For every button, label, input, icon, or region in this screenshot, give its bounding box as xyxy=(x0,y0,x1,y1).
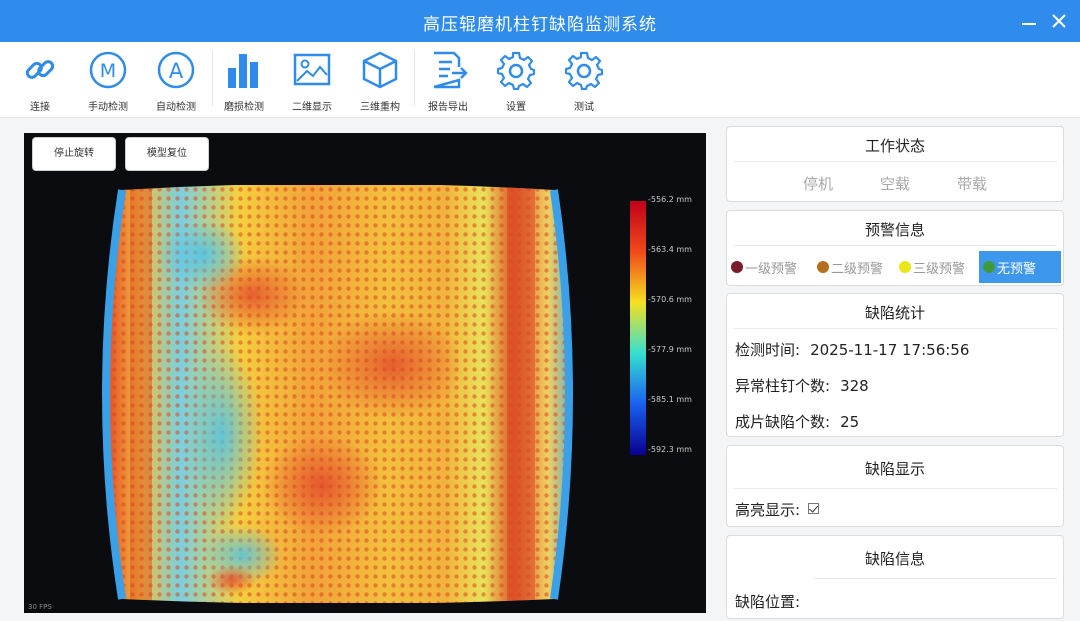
warning-level-1[interactable]: 一级预警 xyxy=(731,251,797,283)
fps-readout: 30 FPS xyxy=(28,603,52,611)
highlight-checkbox[interactable] xyxy=(808,503,820,514)
status-stopped[interactable]: 停机 xyxy=(803,173,833,194)
toolbar: 连接 M 手动检测 A 自动检测 磨损检测 二维显示 三维重构 报告导出 设置 … xyxy=(0,42,1080,118)
report-export-button[interactable]: 报告导出 xyxy=(414,46,482,114)
scale-tick-label: -592.3 mm xyxy=(648,445,692,454)
report-export-icon xyxy=(433,51,468,89)
scale-tick-label: -563.4 mm xyxy=(648,245,692,254)
detect-time-label: 检测时间: xyxy=(735,341,801,359)
warning-panel: 预警信息 一级预警 二级预警 三级预警 无预警 xyxy=(726,210,1064,286)
reset-model-button[interactable]: 模型复位 xyxy=(125,137,209,171)
defect-position-label: 缺陷位置: xyxy=(735,593,801,611)
divider xyxy=(733,488,1057,489)
divider xyxy=(733,161,1057,162)
scale-tick-label: -585.1 mm xyxy=(648,395,692,404)
abnormal-count-value: 328 xyxy=(840,377,869,395)
warning-level-3[interactable]: 三级预警 xyxy=(899,251,965,283)
report-export-label: 报告导出 xyxy=(428,102,468,113)
warning-level-3-label: 三级预警 xyxy=(913,261,966,277)
warning-level-none[interactable]: 无预警 xyxy=(979,251,1061,283)
divider xyxy=(813,578,1057,579)
scale-tick-label: -570.6 mm xyxy=(648,295,692,304)
defect-display-title: 缺陷显示 xyxy=(864,460,925,478)
view-3d-label: 三维重构 xyxy=(360,102,400,113)
gear-icon xyxy=(496,51,536,90)
wear-detect-label: 磨损检测 xyxy=(224,102,264,113)
detect-time-value: 2025-11-17 17:56:56 xyxy=(810,341,970,359)
warning-level-2[interactable]: 二级预警 xyxy=(817,251,883,283)
roller-3d-model[interactable] xyxy=(92,185,582,603)
image-icon xyxy=(293,53,331,86)
color-scale-labels: -556.2 mm -563.4 mm -570.6 mm -577.9 mm … xyxy=(648,195,706,455)
connect-button[interactable]: 连接 xyxy=(6,46,74,114)
warning-level-2-label: 二级预警 xyxy=(831,261,884,277)
test-button[interactable]: 测试 xyxy=(550,46,618,114)
status-loaded[interactable]: 带载 xyxy=(957,173,987,194)
cluster-count-row: 成片缺陷个数: 25 xyxy=(735,411,859,432)
level-3-dot-icon xyxy=(899,261,911,273)
model-viewer[interactable]: 停止旋转 模型复位 -556.2 mm -563.4 mm -570.6 mm … xyxy=(24,133,706,613)
manual-m-icon: M xyxy=(89,51,127,89)
divider xyxy=(733,245,1057,246)
highlight-row: 高亮显示: xyxy=(735,499,820,520)
link-icon xyxy=(25,60,55,79)
minimize-button[interactable] xyxy=(1016,8,1042,34)
warning-level-1-label: 一级预警 xyxy=(745,261,798,277)
title-bar: 高压辊磨机柱钉缺陷监测系统 xyxy=(0,0,1080,42)
color-scale-bar xyxy=(630,201,646,455)
status-idle[interactable]: 空载 xyxy=(880,173,910,194)
highlight-label: 高亮显示: xyxy=(735,501,801,519)
level-2-dot-icon xyxy=(817,261,829,273)
work-status-title: 工作状态 xyxy=(864,137,925,155)
svg-text:M: M xyxy=(100,60,116,82)
app-window: 高压辊磨机柱钉缺陷监测系统 连接 M 手动检测 A 自动检测 磨损检测 二维显示… xyxy=(0,0,1080,621)
abnormal-count-label: 异常柱钉个数: xyxy=(735,377,831,395)
defect-display-panel: 缺陷显示 高亮显示: xyxy=(726,445,1064,527)
scale-tick-label: -577.9 mm xyxy=(648,345,692,354)
stop-rotate-button[interactable]: 停止旋转 xyxy=(32,137,116,171)
defect-stats-title: 缺陷统计 xyxy=(864,304,925,322)
defect-info-title: 缺陷信息 xyxy=(864,550,925,568)
test-label: 测试 xyxy=(574,102,594,113)
no-warning-dot-icon xyxy=(983,261,995,273)
level-1-dot-icon xyxy=(731,261,743,273)
abnormal-count-row: 异常柱钉个数: 328 xyxy=(735,375,869,396)
gear-icon xyxy=(564,51,604,90)
auto-a-icon: A xyxy=(157,51,195,89)
auto-detect-label: 自动检测 xyxy=(156,102,196,113)
view-2d-label: 二维显示 xyxy=(292,102,332,113)
defect-position-row: 缺陷位置: xyxy=(735,591,800,612)
cluster-count-value: 25 xyxy=(840,413,860,431)
auto-detect-button[interactable]: A 自动检测 xyxy=(142,46,210,114)
close-button[interactable] xyxy=(1046,8,1072,34)
manual-detect-label: 手动检测 xyxy=(88,102,128,113)
cube-icon xyxy=(362,51,398,89)
wear-detect-button[interactable]: 磨损检测 xyxy=(210,46,278,114)
warning-level-none-label: 无预警 xyxy=(997,261,1037,277)
svg-text:A: A xyxy=(169,59,184,83)
minimize-icon xyxy=(1022,23,1036,25)
view-2d-button[interactable]: 二维显示 xyxy=(278,46,346,114)
settings-label: 设置 xyxy=(506,102,526,113)
view-3d-button[interactable]: 三维重构 xyxy=(346,46,414,114)
detect-time-row: 检测时间: 2025-11-17 17:56:56 xyxy=(735,339,969,360)
manual-detect-button[interactable]: M 手动检测 xyxy=(74,46,142,114)
close-icon xyxy=(1052,14,1066,28)
settings-button[interactable]: 设置 xyxy=(482,46,550,114)
work-status-panel: 工作状态 停机 空载 带载 xyxy=(726,126,1064,202)
divider xyxy=(733,328,1057,329)
warning-title: 预警信息 xyxy=(864,221,925,239)
defect-info-panel: 缺陷信息 缺陷位置: xyxy=(726,535,1064,619)
window-title: 高压辊磨机柱钉缺陷监测系统 xyxy=(423,15,657,35)
bar-chart-icon xyxy=(228,54,258,88)
cluster-count-label: 成片缺陷个数: xyxy=(735,413,831,431)
defect-stats-panel: 缺陷统计 检测时间: 2025-11-17 17:56:56 异常柱钉个数: 328… xyxy=(726,293,1064,437)
scale-tick-label: -556.2 mm xyxy=(648,195,692,204)
connect-label: 连接 xyxy=(30,102,50,113)
